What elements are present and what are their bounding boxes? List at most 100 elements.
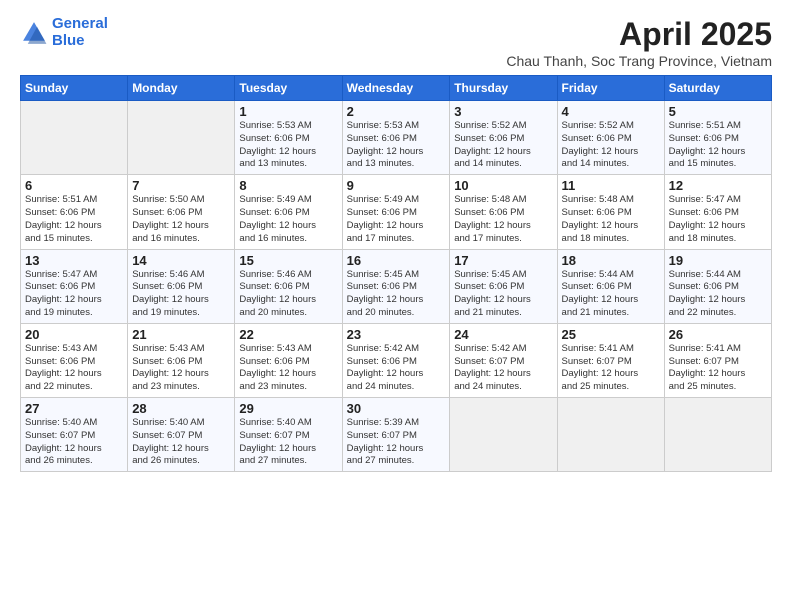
day-cell: 7Sunrise: 5:50 AM Sunset: 6:06 PM Daylig… <box>128 175 235 249</box>
logo: General Blue <box>20 16 108 49</box>
day-cell: 11Sunrise: 5:48 AM Sunset: 6:06 PM Dayli… <box>557 175 664 249</box>
day-number: 16 <box>347 253 446 268</box>
logo-icon <box>20 19 48 47</box>
day-number: 29 <box>239 401 337 416</box>
day-cell: 18Sunrise: 5:44 AM Sunset: 6:06 PM Dayli… <box>557 249 664 323</box>
day-detail: Sunrise: 5:41 AM Sunset: 6:07 PM Dayligh… <box>562 343 660 394</box>
day-detail: Sunrise: 5:47 AM Sunset: 6:06 PM Dayligh… <box>669 194 767 245</box>
header: General Blue April 2025 Chau Thanh, Soc … <box>20 16 772 69</box>
day-detail: Sunrise: 5:52 AM Sunset: 6:06 PM Dayligh… <box>454 120 552 171</box>
day-cell: 17Sunrise: 5:45 AM Sunset: 6:06 PM Dayli… <box>450 249 557 323</box>
col-header-sunday: Sunday <box>21 76 128 101</box>
day-detail: Sunrise: 5:53 AM Sunset: 6:06 PM Dayligh… <box>239 120 337 171</box>
day-cell: 20Sunrise: 5:43 AM Sunset: 6:06 PM Dayli… <box>21 323 128 397</box>
day-number: 28 <box>132 401 230 416</box>
day-detail: Sunrise: 5:40 AM Sunset: 6:07 PM Dayligh… <box>239 417 337 468</box>
col-header-thursday: Thursday <box>450 76 557 101</box>
day-number: 8 <box>239 178 337 193</box>
day-number: 9 <box>347 178 446 193</box>
day-cell: 10Sunrise: 5:48 AM Sunset: 6:06 PM Dayli… <box>450 175 557 249</box>
day-cell <box>664 398 771 472</box>
day-cell: 30Sunrise: 5:39 AM Sunset: 6:07 PM Dayli… <box>342 398 450 472</box>
day-cell: 14Sunrise: 5:46 AM Sunset: 6:06 PM Dayli… <box>128 249 235 323</box>
day-number: 14 <box>132 253 230 268</box>
day-number: 19 <box>669 253 767 268</box>
day-cell <box>21 101 128 175</box>
day-cell: 13Sunrise: 5:47 AM Sunset: 6:06 PM Dayli… <box>21 249 128 323</box>
logo-line2: Blue <box>52 32 85 49</box>
day-cell: 23Sunrise: 5:42 AM Sunset: 6:06 PM Dayli… <box>342 323 450 397</box>
logo-line1: General <box>52 15 108 32</box>
day-number: 20 <box>25 327 123 342</box>
page: General Blue April 2025 Chau Thanh, Soc … <box>0 0 792 612</box>
day-cell: 8Sunrise: 5:49 AM Sunset: 6:06 PM Daylig… <box>235 175 342 249</box>
day-number: 24 <box>454 327 552 342</box>
day-cell: 12Sunrise: 5:47 AM Sunset: 6:06 PM Dayli… <box>664 175 771 249</box>
logo-text: General Blue <box>52 16 108 49</box>
day-cell: 6Sunrise: 5:51 AM Sunset: 6:06 PM Daylig… <box>21 175 128 249</box>
day-number: 27 <box>25 401 123 416</box>
day-number: 13 <box>25 253 123 268</box>
day-number: 12 <box>669 178 767 193</box>
day-detail: Sunrise: 5:41 AM Sunset: 6:07 PM Dayligh… <box>669 343 767 394</box>
col-header-wednesday: Wednesday <box>342 76 450 101</box>
day-number: 4 <box>562 104 660 119</box>
day-number: 7 <box>132 178 230 193</box>
day-detail: Sunrise: 5:46 AM Sunset: 6:06 PM Dayligh… <box>239 269 337 320</box>
day-detail: Sunrise: 5:43 AM Sunset: 6:06 PM Dayligh… <box>239 343 337 394</box>
day-cell: 4Sunrise: 5:52 AM Sunset: 6:06 PM Daylig… <box>557 101 664 175</box>
day-cell <box>557 398 664 472</box>
day-number: 3 <box>454 104 552 119</box>
day-number: 6 <box>25 178 123 193</box>
week-row-1: 1Sunrise: 5:53 AM Sunset: 6:06 PM Daylig… <box>21 101 772 175</box>
col-header-friday: Friday <box>557 76 664 101</box>
day-detail: Sunrise: 5:53 AM Sunset: 6:06 PM Dayligh… <box>347 120 446 171</box>
day-number: 5 <box>669 104 767 119</box>
week-row-4: 20Sunrise: 5:43 AM Sunset: 6:06 PM Dayli… <box>21 323 772 397</box>
week-row-5: 27 Sunrise: 5:40 AM Sunset: 6:07 PM Dayli… <box>21 398 772 472</box>
day-number: 10 <box>454 178 552 193</box>
day-number: 25 <box>562 327 660 342</box>
day-number: 26 <box>669 327 767 342</box>
day-detail: Sunrise: 5:44 AM Sunset: 6:06 PM Dayligh… <box>562 269 660 320</box>
day-number: 11 <box>562 178 660 193</box>
day-cell: 15Sunrise: 5:46 AM Sunset: 6:06 PM Dayli… <box>235 249 342 323</box>
day-number: 21 <box>132 327 230 342</box>
day-cell: 9Sunrise: 5:49 AM Sunset: 6:06 PM Daylig… <box>342 175 450 249</box>
day-cell: 26Sunrise: 5:41 AM Sunset: 6:07 PM Dayli… <box>664 323 771 397</box>
col-header-saturday: Saturday <box>664 76 771 101</box>
col-header-tuesday: Tuesday <box>235 76 342 101</box>
day-number: 30 <box>347 401 446 416</box>
day-detail: Sunrise: 5:48 AM Sunset: 6:06 PM Dayligh… <box>454 194 552 245</box>
main-title: April 2025 <box>506 16 772 53</box>
calendar-table: SundayMondayTuesdayWednesdayThursdayFrid… <box>20 75 772 472</box>
day-detail: Sunrise: 5:40 AM Sunset: 6:07 PM Dayligh… <box>132 417 230 468</box>
day-number: 18 <box>562 253 660 268</box>
day-cell: 29Sunrise: 5:40 AM Sunset: 6:07 PM Dayli… <box>235 398 342 472</box>
title-block: April 2025 Chau Thanh, Soc Trang Provinc… <box>506 16 772 69</box>
day-detail: Sunrise: 5:43 AM Sunset: 6:06 PM Dayligh… <box>25 343 123 394</box>
day-detail: Sunrise: 5:39 AM Sunset: 6:07 PM Dayligh… <box>347 417 446 468</box>
week-row-3: 13Sunrise: 5:47 AM Sunset: 6:06 PM Dayli… <box>21 249 772 323</box>
day-detail: Sunrise: 5:49 AM Sunset: 6:06 PM Dayligh… <box>239 194 337 245</box>
day-number: 17 <box>454 253 552 268</box>
col-header-monday: Monday <box>128 76 235 101</box>
day-detail: Sunrise: 5:45 AM Sunset: 6:06 PM Dayligh… <box>454 269 552 320</box>
day-detail: Sunrise: 5:49 AM Sunset: 6:06 PM Dayligh… <box>347 194 446 245</box>
day-number: 2 <box>347 104 446 119</box>
day-cell: 25Sunrise: 5:41 AM Sunset: 6:07 PM Dayli… <box>557 323 664 397</box>
day-detail: Sunrise: 5:46 AM Sunset: 6:06 PM Dayligh… <box>132 269 230 320</box>
day-cell: 24Sunrise: 5:42 AM Sunset: 6:07 PM Dayli… <box>450 323 557 397</box>
day-cell: 16Sunrise: 5:45 AM Sunset: 6:06 PM Dayli… <box>342 249 450 323</box>
day-detail: Sunrise: 5:44 AM Sunset: 6:06 PM Dayligh… <box>669 269 767 320</box>
day-cell: 2Sunrise: 5:53 AM Sunset: 6:06 PM Daylig… <box>342 101 450 175</box>
day-detail: Sunrise: 5:42 AM Sunset: 6:07 PM Dayligh… <box>454 343 552 394</box>
day-cell <box>450 398 557 472</box>
day-number: 1 <box>239 104 337 119</box>
day-detail: Sunrise: 5:43 AM Sunset: 6:06 PM Dayligh… <box>132 343 230 394</box>
day-cell: 5Sunrise: 5:51 AM Sunset: 6:06 PM Daylig… <box>664 101 771 175</box>
day-cell: 1Sunrise: 5:53 AM Sunset: 6:06 PM Daylig… <box>235 101 342 175</box>
day-cell: 3Sunrise: 5:52 AM Sunset: 6:06 PM Daylig… <box>450 101 557 175</box>
day-cell: 19Sunrise: 5:44 AM Sunset: 6:06 PM Dayli… <box>664 249 771 323</box>
day-cell: 27Sunrise: 5:40 AM Sunset: 6:07 PM Dayli… <box>21 398 128 472</box>
